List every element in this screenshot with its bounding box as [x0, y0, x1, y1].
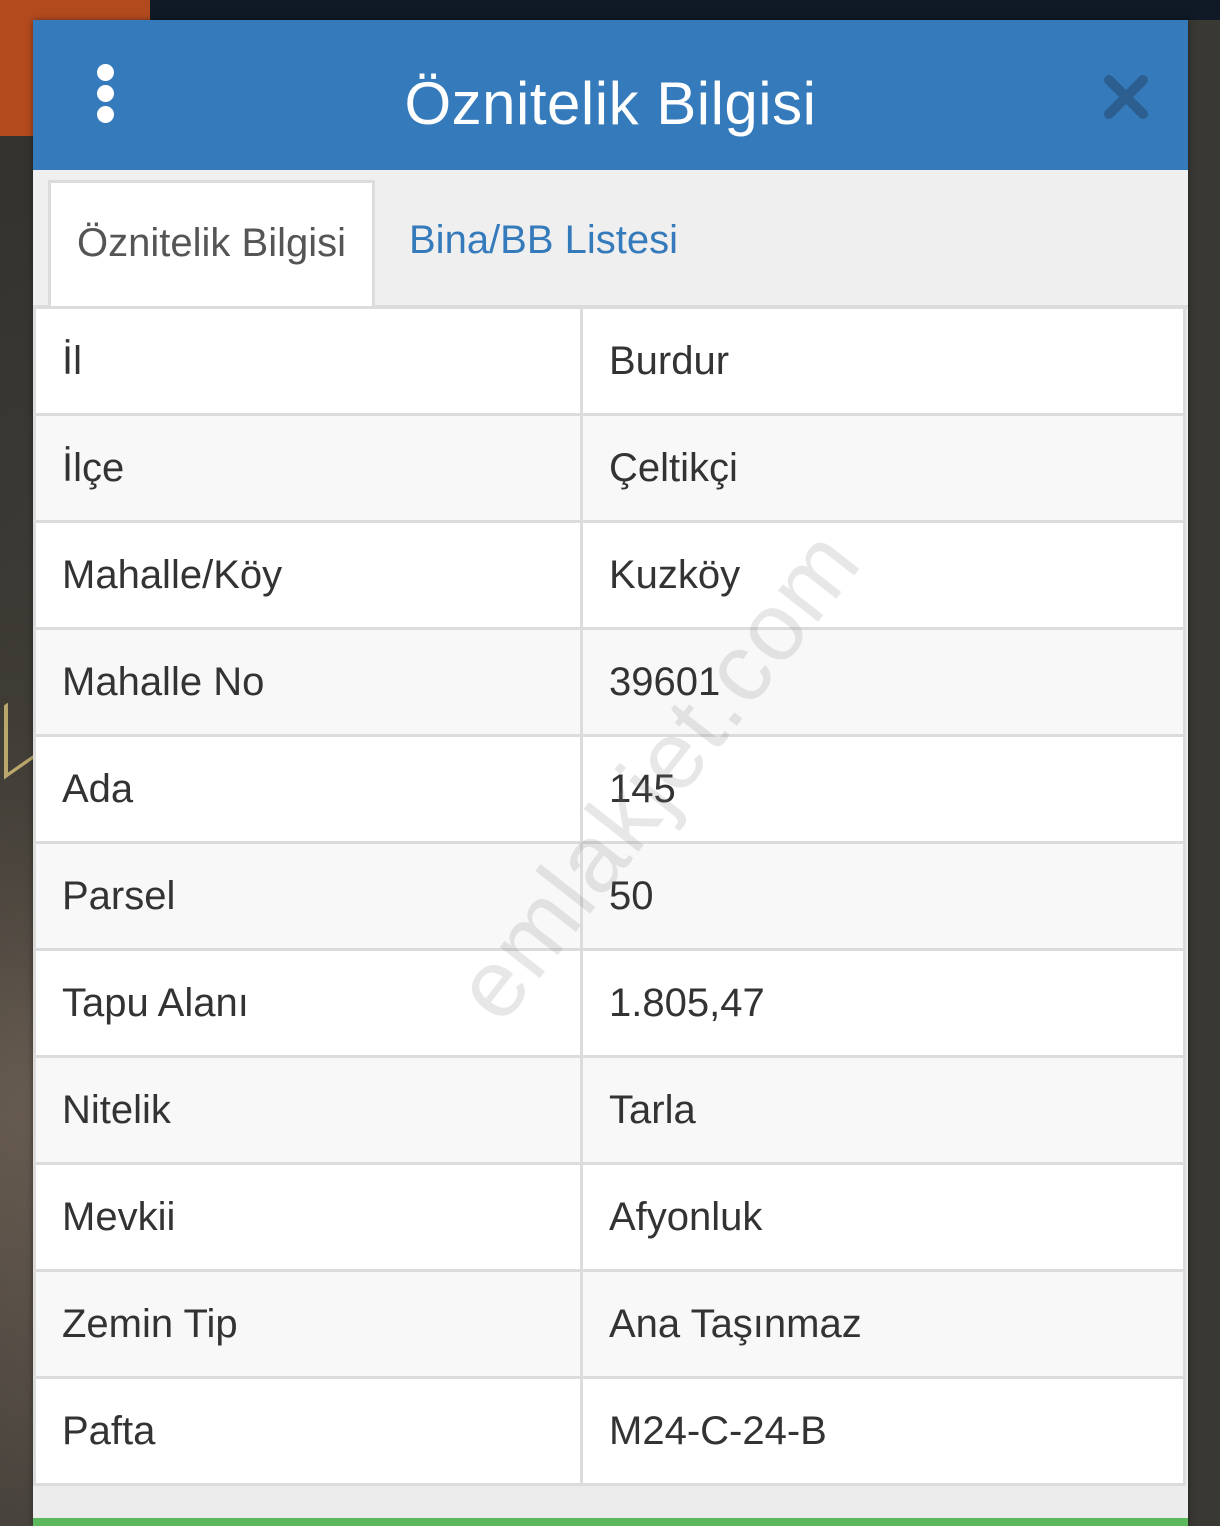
modal-header: Öznitelik Bilgisi	[33, 20, 1188, 170]
close-icon[interactable]	[1101, 72, 1151, 122]
attribute-key: Mevkii	[33, 1162, 583, 1272]
table-row: Zemin Tip Ana Taşınmaz	[33, 1269, 1186, 1379]
attribute-key: Zemin Tip	[33, 1269, 583, 1379]
attribute-value: 1.805,47	[580, 948, 1186, 1058]
table-row: Pafta M24-C-24-B	[33, 1376, 1186, 1486]
table-row: Mahalle/Köy Kuzköy	[33, 520, 1186, 630]
attribute-info-modal: Öznitelik Bilgisi Öznitelik Bilgisi Bina…	[33, 20, 1188, 1526]
attribute-value: Burdur	[580, 306, 1186, 416]
attribute-key: Nitelik	[33, 1055, 583, 1165]
map-edge	[1188, 20, 1220, 1526]
attribute-value: 39601	[580, 627, 1186, 737]
attribute-key: İlçe	[33, 413, 583, 523]
attribute-value: Tarla	[580, 1055, 1186, 1165]
table-row: Parsel 50	[33, 841, 1186, 951]
attribute-value: Kuzköy	[580, 520, 1186, 630]
attribute-key: Mahalle No	[33, 627, 583, 737]
bottom-action-bar[interactable]	[33, 1518, 1188, 1526]
attribute-key: Pafta	[33, 1376, 583, 1486]
table-row: Mahalle No 39601	[33, 627, 1186, 737]
attribute-value: M24-C-24-B	[580, 1376, 1186, 1486]
modal-title: Öznitelik Bilgisi	[404, 70, 817, 137]
app-top-bar	[150, 0, 1220, 20]
attribute-table: İl Burdur İlçe Çeltikçi Mahalle/Köy Kuzköy Mah…	[33, 306, 1186, 1486]
table-row: İlçe Çeltikçi	[33, 413, 1186, 523]
attribute-value: Afyonluk	[580, 1162, 1186, 1272]
attribute-key: İl	[33, 306, 583, 416]
attribute-value: Çeltikçi	[580, 413, 1186, 523]
attribute-value: Ana Taşınmaz	[580, 1269, 1186, 1379]
table-row: Nitelik Tarla	[33, 1055, 1186, 1165]
tab-bar: Öznitelik Bilgisi Bina/BB Listesi	[33, 170, 1188, 309]
attribute-key: Ada	[33, 734, 583, 844]
attribute-key: Mahalle/Köy	[33, 520, 583, 630]
table-row: İl Burdur	[33, 306, 1186, 416]
attribute-key: Parsel	[33, 841, 583, 951]
table-row: Mevkii Afyonluk	[33, 1162, 1186, 1272]
table-row: Tapu Alanı 1.805,47	[33, 948, 1186, 1058]
attribute-value: 145	[580, 734, 1186, 844]
attribute-value: 50	[580, 841, 1186, 951]
tab-building-list[interactable]: Bina/BB Listesi	[409, 180, 729, 305]
table-row: Ada 145	[33, 734, 1186, 844]
tab-attribute-info[interactable]: Öznitelik Bilgisi	[48, 180, 375, 309]
attribute-key: Tapu Alanı	[33, 948, 583, 1058]
